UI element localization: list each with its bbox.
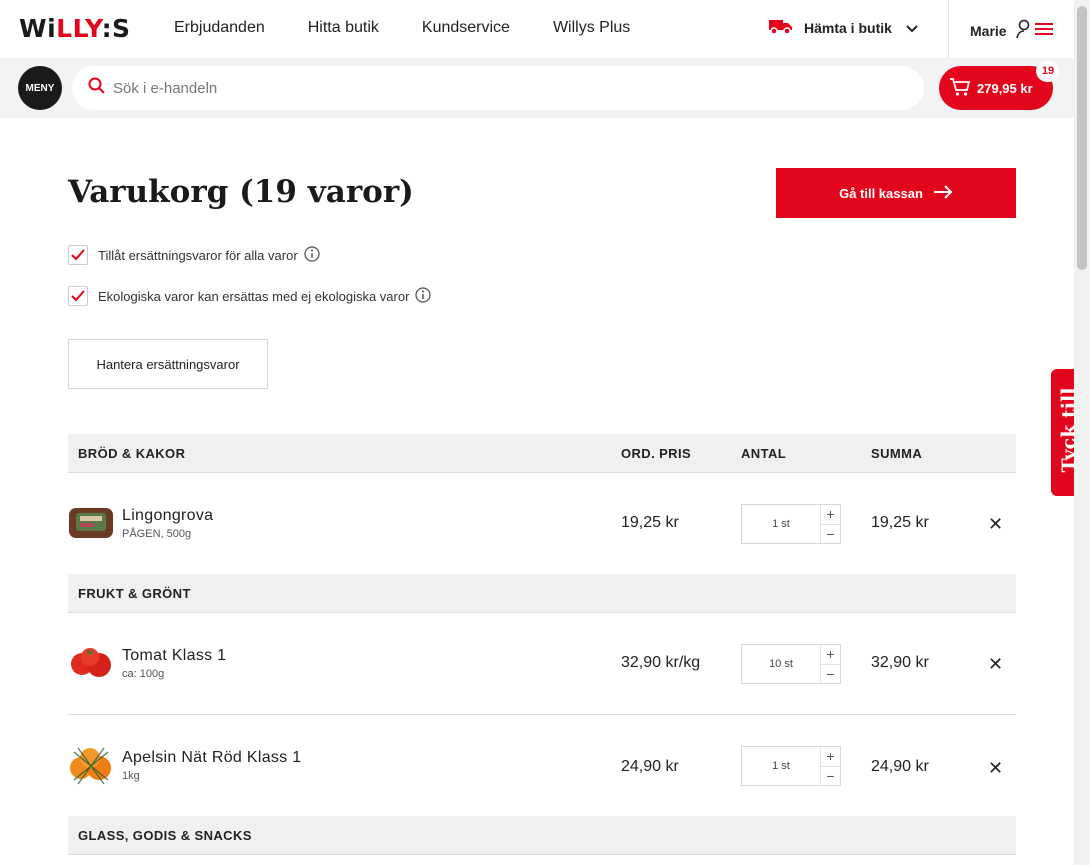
search-input[interactable] bbox=[113, 79, 873, 97]
product-sum: 24,90 kr bbox=[871, 758, 929, 775]
product-name[interactable]: Lingongrova bbox=[122, 507, 213, 525]
orange-product-image[interactable] bbox=[68, 744, 114, 791]
organic-label: Ekologiska varor kan ersättas med ej eko… bbox=[98, 288, 410, 304]
person-icon bbox=[1015, 19, 1033, 42]
top-header: WiLLY:S Erbjudanden Hitta butik Kundserv… bbox=[0, 0, 1074, 58]
search-bar-row: MENY 279,95 kr bbox=[0, 58, 1074, 118]
organic-option: Ekologiska varor kan ersättas med ej eko… bbox=[68, 286, 432, 306]
quantity-stepper: 1 st + − bbox=[741, 746, 841, 786]
feedback-label: Tyck till bbox=[1058, 387, 1080, 473]
product-unit-price: 32,90 kr/kg bbox=[621, 654, 701, 671]
category-name: BRÖD & KAKOR bbox=[78, 446, 186, 461]
category-name: GLASS, GODIS & SNACKS bbox=[78, 828, 252, 843]
organic-checkbox[interactable] bbox=[68, 286, 88, 306]
user-name: Marie bbox=[970, 22, 1007, 39]
product-name[interactable]: Apelsin Nät Röd Klass 1 bbox=[122, 749, 301, 767]
header-divider bbox=[948, 0, 949, 58]
scrollbar-thumb[interactable] bbox=[1077, 6, 1087, 270]
cart-item-row: Apelsin Nät Röd Klass 1 1kg 24,90 kr 1 s… bbox=[68, 716, 1016, 816]
nav-willys-plus[interactable]: Willys Plus bbox=[553, 19, 630, 37]
tomato-product-image[interactable] bbox=[68, 644, 114, 687]
cart-item-row: Lingongrova PÅGEN, 500g 19,25 kr 1 st + … bbox=[68, 474, 1016, 574]
cart-item-row: Tomat Klass 1 ca: 100g 32,90 kr/kg 10 st… bbox=[68, 614, 1016, 714]
cart-icon bbox=[949, 77, 971, 100]
remove-item-button[interactable]: ✕ bbox=[988, 514, 1003, 535]
feedback-tab[interactable]: Tyck till bbox=[1051, 369, 1080, 496]
product-sum: 19,25 kr bbox=[871, 514, 929, 531]
quantity-buttons: + − bbox=[820, 645, 840, 683]
product-details: PÅGEN, 500g bbox=[122, 528, 192, 540]
main-nav: Erbjudanden Hitta butik Kundservice Will… bbox=[174, 19, 673, 37]
chevron-down-icon bbox=[906, 20, 918, 36]
row-divider bbox=[68, 714, 1016, 715]
plus-button[interactable]: + bbox=[821, 645, 840, 665]
delivery-mode-label: Hämta i butik bbox=[804, 19, 892, 36]
substitute-all-option: Tillåt ersättningsvaror för alla varor bbox=[68, 245, 320, 265]
product-unit-price: 19,25 kr bbox=[621, 514, 679, 531]
column-header-price: ORD. PRIS bbox=[621, 446, 692, 461]
category-name: FRUKT & GRÖNT bbox=[78, 586, 191, 601]
hamburger-icon bbox=[1034, 21, 1053, 40]
cart-total: 279,95 kr bbox=[977, 80, 1033, 96]
column-header-quantity: ANTAL bbox=[741, 446, 787, 461]
bread-product-image[interactable] bbox=[68, 504, 114, 547]
product-details: ca: 100g bbox=[122, 668, 165, 680]
info-icon[interactable] bbox=[415, 286, 432, 306]
logo-part-a: WiLL bbox=[19, 14, 86, 43]
substitute-all-label: Tillåt ersättningsvaror för alla varor bbox=[98, 247, 298, 263]
logo-part-b: Y:S bbox=[85, 14, 131, 43]
info-icon[interactable] bbox=[304, 245, 320, 265]
quantity-value[interactable]: 1 st bbox=[742, 747, 820, 785]
remove-item-button[interactable]: ✕ bbox=[988, 758, 1003, 779]
checkout-button[interactable]: Gå till kassan bbox=[776, 168, 1016, 218]
delivery-mode-selector[interactable]: Hämta i butik bbox=[768, 17, 918, 38]
product-unit-price: 24,90 kr bbox=[621, 758, 679, 775]
nav-erbjudanden[interactable]: Erbjudanden bbox=[174, 19, 265, 37]
quantity-stepper: 10 st + − bbox=[741, 644, 841, 684]
category-header: GLASS, GODIS & SNACKS bbox=[68, 816, 1016, 855]
search-icon bbox=[88, 77, 105, 99]
product-name[interactable]: Tomat Klass 1 bbox=[122, 647, 226, 665]
product-sum: 32,90 kr bbox=[871, 654, 929, 671]
nav-kundservice[interactable]: Kundservice bbox=[422, 19, 510, 37]
minus-button[interactable]: − bbox=[821, 525, 840, 544]
column-header-sum: SUMMA bbox=[871, 446, 923, 461]
plus-button[interactable]: + bbox=[821, 505, 840, 525]
remove-item-button[interactable]: ✕ bbox=[988, 654, 1003, 675]
quantity-value[interactable]: 10 st bbox=[742, 645, 820, 683]
willys-logo[interactable]: WiLLY:S bbox=[19, 14, 131, 43]
quantity-buttons: + − bbox=[820, 505, 840, 543]
search-box[interactable] bbox=[72, 66, 924, 110]
quantity-stepper: 1 st + − bbox=[741, 504, 841, 544]
arrow-right-icon bbox=[933, 184, 953, 202]
checkout-label: Gå till kassan bbox=[839, 185, 923, 201]
truck-icon bbox=[768, 17, 794, 38]
minus-button[interactable]: − bbox=[821, 767, 840, 786]
category-header: FRUKT & GRÖNT bbox=[68, 574, 1016, 613]
page-title: Varukorg (19 varor) bbox=[68, 174, 414, 210]
substitute-all-checkbox[interactable] bbox=[68, 245, 88, 265]
category-header: BRÖD & KAKOR ORD. PRIS ANTAL SUMMA bbox=[68, 434, 1016, 473]
minus-button[interactable]: − bbox=[821, 665, 840, 684]
quantity-buttons: + − bbox=[820, 747, 840, 785]
cart-count-badge: 19 bbox=[1036, 60, 1060, 82]
plus-button[interactable]: + bbox=[821, 747, 840, 767]
menu-button[interactable]: MENY bbox=[18, 66, 62, 110]
product-details: 1kg bbox=[122, 770, 140, 782]
nav-hitta-butik[interactable]: Hitta butik bbox=[308, 19, 379, 37]
manage-substitutes-button[interactable]: Hantera ersättningsvaror bbox=[68, 339, 268, 389]
quantity-value[interactable]: 1 st bbox=[742, 505, 820, 543]
user-menu[interactable]: Marie bbox=[970, 19, 1053, 42]
